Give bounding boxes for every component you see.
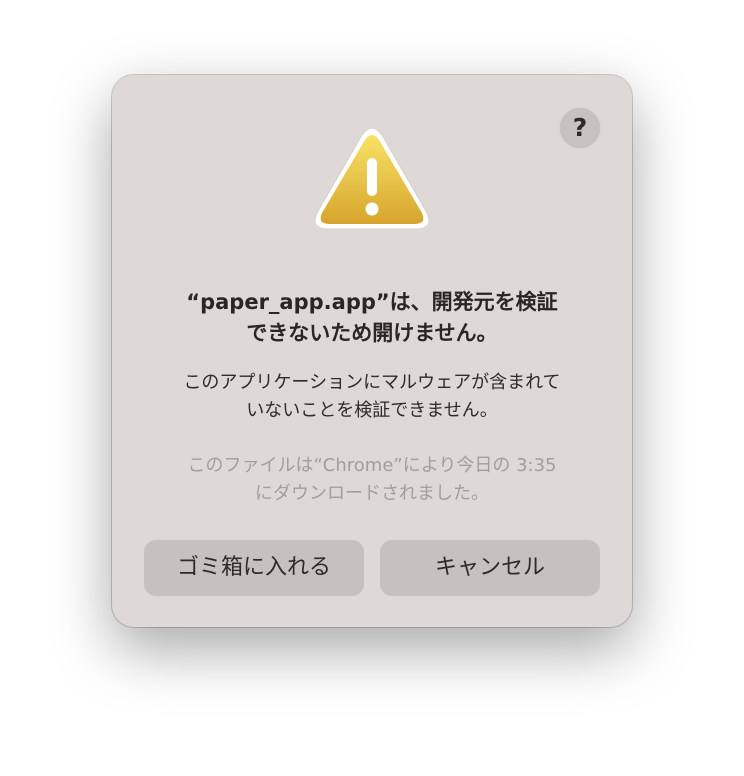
- message-line-2: いないことを検証できません。: [246, 400, 498, 421]
- title-line-2: できないため開けません。: [246, 321, 498, 345]
- help-button[interactable]: ?: [560, 108, 600, 148]
- cancel-button[interactable]: キャンセル: [380, 540, 600, 596]
- move-to-trash-button[interactable]: ゴミ箱に入れる: [144, 540, 364, 596]
- source-line-2: にダウンロードされました。: [255, 483, 489, 504]
- dialog-title: “paper_app.app”は、開発元を検証 できないため開けません。: [142, 287, 602, 349]
- title-line-1: “paper_app.app”は、開発元を検証: [186, 290, 558, 314]
- warning-triangle-icon: [314, 127, 430, 230]
- message-line-1: このアプリケーションにマルウェアが含まれて: [183, 372, 561, 393]
- alert-dialog: ? “paper_app.app”は、開発元を検証 できないため開けません。 こ…: [112, 75, 632, 627]
- source-line-1: このファイルは“Chrome”により今日の 3:35: [187, 455, 557, 476]
- download-source-note: このファイルは“Chrome”により今日の 3:35 にダウンロードされました。: [142, 452, 602, 508]
- dialog-message: このアプリケーションにマルウェアが含まれて いないことを検証できません。: [142, 369, 602, 425]
